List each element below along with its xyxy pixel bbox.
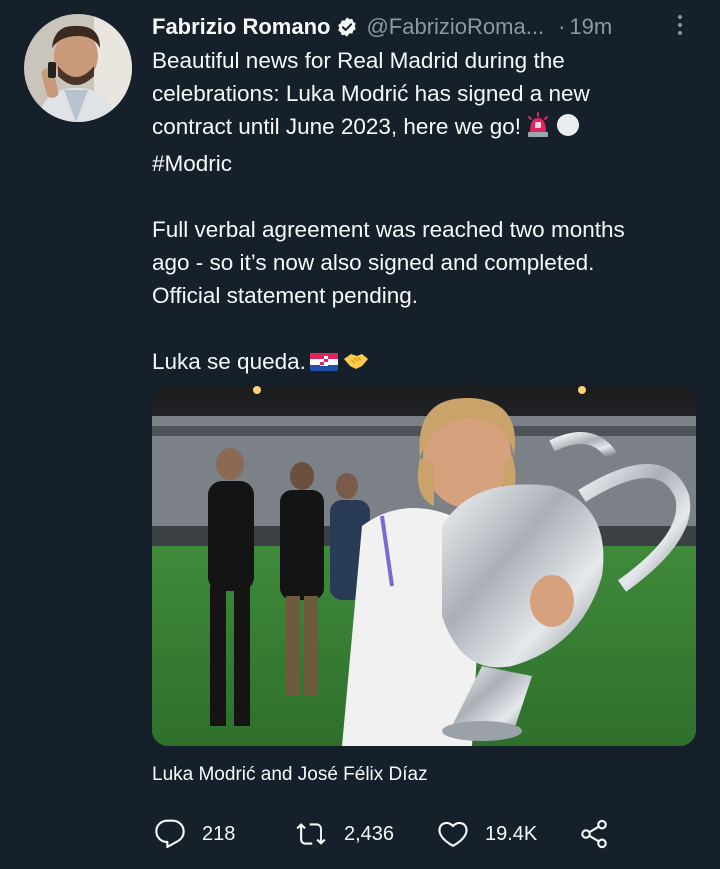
reply-button[interactable]: 218 (154, 814, 235, 854)
retweet-count: 2,436 (344, 822, 395, 845)
share-icon (581, 819, 607, 849)
like-button[interactable]: 19.4K (437, 814, 537, 854)
reply-icon (155, 819, 185, 848)
author-name[interactable]: Fabrizio Romano (152, 14, 330, 40)
tweet-text-line: ago - so it’s now also signed and comple… (152, 250, 595, 275)
separator-dot: · (558, 14, 566, 39)
media-caption[interactable]: Luka Modrić and José Félix Díaz (152, 764, 428, 786)
tweet-text-line: Luka se queda. (152, 345, 692, 382)
reply-count: 218 (202, 822, 236, 845)
heart-icon (438, 821, 468, 847)
author-avatar[interactable] (24, 14, 132, 122)
retweet-icon (296, 823, 326, 845)
tweet-text-line: Beautiful news for Real Madrid during th… (152, 48, 565, 73)
tweet-text-line: Full verbal agreement was reached two mo… (152, 217, 625, 242)
tweet-text-segment: contract until June 2023, here we go! (152, 114, 521, 139)
tweet-header: Fabrizio Romano @FabrizioRoma... · 19m (152, 12, 692, 42)
verified-badge-icon (336, 16, 358, 38)
author-handle[interactable]: @FabrizioRoma... (366, 14, 544, 40)
siren-emoji-icon (525, 112, 551, 147)
tweet-text-line: celebrations: Luka Modrić has signed a n… (152, 81, 590, 106)
tweet-media-image[interactable] (152, 386, 696, 746)
tweet-text: Beautiful news for Real Madrid during th… (152, 44, 692, 382)
timestamp[interactable]: 19m (569, 14, 612, 40)
tweet-text-segment: Luka se queda. (152, 349, 306, 374)
croatia-flag-emoji-icon (309, 349, 338, 382)
tweet-text-line: contract until June 2023, here we go! (152, 110, 692, 147)
tweet-action-bar: 218 2,436 19.4K (152, 814, 622, 854)
retweet-button[interactable]: 2,436 (294, 814, 394, 854)
handshake-emoji-icon (342, 349, 370, 382)
share-button[interactable] (578, 814, 626, 854)
hashtag-link[interactable]: #Modric (152, 147, 692, 180)
more-options-icon[interactable] (670, 10, 690, 40)
tweet-text-line: Official statement pending. (152, 283, 418, 308)
white-circle-emoji-icon (555, 112, 581, 147)
like-count: 19.4K (485, 822, 538, 845)
